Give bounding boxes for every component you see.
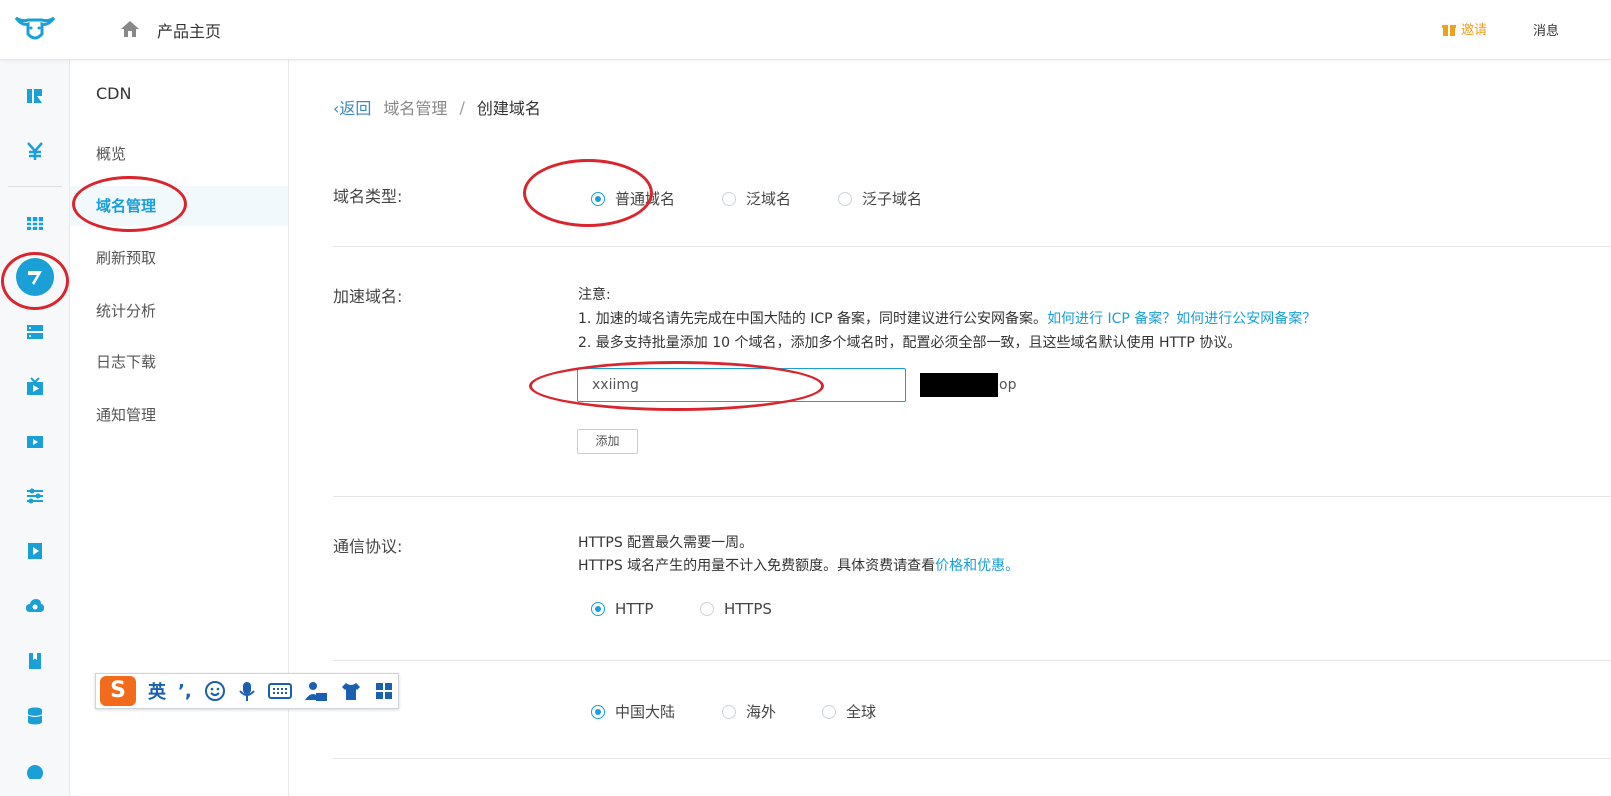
ime-mode[interactable]: 英 bbox=[148, 678, 166, 704]
keyboard-icon[interactable] bbox=[267, 681, 292, 701]
bookmark-icon[interactable] bbox=[24, 650, 46, 672]
radio-overseas[interactable]: 海外 bbox=[722, 701, 776, 722]
radio-dot bbox=[822, 704, 836, 719]
pricing-link[interactable]: 价格和优惠。 bbox=[935, 558, 1019, 574]
note-1-text: 1. 加速的域名请先完成在中国大陆的 ICP 备案，同时建议进行公安网备案。 bbox=[578, 311, 1048, 327]
message-link[interactable]: 消息 bbox=[1533, 20, 1559, 39]
domain-type-label: 域名类型: bbox=[333, 187, 403, 206]
radio-dot bbox=[591, 602, 605, 616]
radio-https[interactable]: HTTPS bbox=[700, 600, 772, 618]
back-label: 返回 bbox=[339, 99, 372, 118]
grid-icon[interactable] bbox=[24, 212, 46, 234]
radio-wildcard-domain[interactable]: 泛域名 bbox=[722, 188, 791, 209]
divider bbox=[333, 496, 1611, 497]
radio-global[interactable]: 全球 bbox=[822, 701, 876, 722]
ime-toolbar[interactable]: S 英 ’, bbox=[95, 673, 399, 709]
subnav-item-statistics[interactable]: 统计分析 bbox=[70, 291, 288, 331]
redaction-block bbox=[920, 373, 998, 397]
subnav-item-notifications[interactable]: 通知管理 bbox=[70, 395, 288, 435]
note-1: 1. 加速的域名请先完成在中国大陆的 ICP 备案，同时建议进行公安网备案。如何… bbox=[578, 307, 1316, 331]
radio-label: 泛子域名 bbox=[862, 190, 923, 208]
radio-label: 全球 bbox=[846, 703, 877, 721]
radio-dot bbox=[722, 191, 736, 206]
main-content: ‹返回 域名管理 / 创建域名 域名类型: 普通域名 泛域名 泛子域名 加速域名… bbox=[289, 60, 1611, 796]
database-icon[interactable] bbox=[24, 705, 46, 727]
bull-logo-icon[interactable] bbox=[14, 12, 56, 44]
back-link[interactable]: ‹返回 bbox=[333, 95, 371, 119]
emoji-icon[interactable] bbox=[204, 680, 226, 702]
radio-label: 泛域名 bbox=[746, 190, 792, 208]
protocol-label: 通信协议: bbox=[333, 537, 403, 556]
sidebar-divider bbox=[8, 186, 62, 187]
radio-dot bbox=[591, 704, 605, 719]
breadcrumb-separator: / bbox=[459, 97, 465, 117]
home-link[interactable]: 产品主页 bbox=[157, 18, 221, 42]
toolbox-icon[interactable] bbox=[374, 681, 394, 701]
player-icon[interactable] bbox=[24, 540, 46, 562]
radio-dot bbox=[700, 602, 714, 616]
invite-button[interactable]: 邀请 bbox=[1441, 19, 1487, 38]
top-bar: 产品主页 邀请 消息 bbox=[0, 0, 1611, 60]
protocol-note-1: HTTPS 配置最久需要一周。 bbox=[578, 535, 754, 551]
ticket-icon[interactable] bbox=[24, 85, 46, 107]
home-icon[interactable] bbox=[119, 18, 141, 40]
microphone-icon[interactable] bbox=[238, 680, 256, 702]
radio-normal-domain[interactable]: 普通域名 bbox=[591, 188, 675, 209]
sliders-icon[interactable] bbox=[24, 485, 46, 507]
radio-label: HTTPS bbox=[724, 600, 772, 618]
icon-sidebar bbox=[0, 60, 70, 796]
radio-dot bbox=[722, 704, 736, 719]
radio-dot bbox=[838, 191, 852, 206]
domain-input-value: xxiimg bbox=[592, 377, 639, 393]
subnav-item-refresh[interactable]: 刷新预取 bbox=[70, 238, 288, 278]
protocol-note-2-text: HTTPS 域名产生的用量不计入免费额度。具体资费请查看 bbox=[578, 558, 936, 574]
invite-label: 邀请 bbox=[1461, 23, 1488, 38]
breadcrumb: ‹返回 域名管理 / 创建域名 bbox=[333, 95, 541, 119]
accel-domain-notes: 注意: 1. 加速的域名请先完成在中国大陆的 ICP 备案，同时建议进行公安网备… bbox=[578, 283, 1316, 355]
note-2: 2. 最多支持批量添加 10 个域名，添加多个域名时，配置必须全部一致，且这些域… bbox=[578, 335, 1242, 351]
yen-icon[interactable] bbox=[24, 140, 46, 162]
accel-domain-label: 加速域名: bbox=[333, 287, 403, 306]
protocol-note-2: HTTPS 域名产生的用量不计入免费额度。具体资费请查看价格和优惠。 bbox=[578, 555, 1019, 578]
video-icon[interactable] bbox=[24, 431, 46, 453]
radio-http[interactable]: HTTP bbox=[591, 600, 653, 618]
subnav-item-logs[interactable]: 日志下载 bbox=[70, 342, 288, 382]
breadcrumb-current: 创建域名 bbox=[476, 99, 541, 118]
radio-label: 普通域名 bbox=[615, 190, 676, 208]
partial-icon[interactable] bbox=[24, 758, 46, 780]
divider bbox=[333, 246, 1611, 247]
skin-icon[interactable] bbox=[340, 681, 362, 701]
domain-input[interactable]: xxiimg op bbox=[577, 368, 1016, 402]
server-icon[interactable] bbox=[24, 321, 46, 343]
ime-punctuation[interactable]: ’, bbox=[178, 681, 192, 702]
gift-icon bbox=[1442, 24, 1456, 36]
sogou-logo-icon[interactable]: S bbox=[100, 676, 136, 706]
live-icon[interactable] bbox=[24, 376, 46, 398]
subnav-item-overview[interactable]: 概览 bbox=[70, 134, 288, 174]
radio-mainland-china[interactable]: 中国大陆 bbox=[591, 701, 675, 722]
divider bbox=[333, 660, 1611, 661]
add-button[interactable]: 添加 bbox=[577, 429, 638, 454]
note-title: 注意: bbox=[578, 287, 611, 303]
icp-help-link[interactable]: 如何进行 ICP 备案？如何进行公安网备案？ bbox=[1047, 311, 1316, 327]
subnav-item-domain-manage[interactable]: 域名管理 bbox=[70, 186, 288, 226]
radio-label: 中国大陆 bbox=[615, 703, 676, 721]
radio-label: 海外 bbox=[746, 703, 777, 721]
cdn-icon[interactable] bbox=[16, 258, 54, 296]
user-icon[interactable] bbox=[304, 680, 328, 702]
protocol-notes: HTTPS 配置最久需要一周。 HTTPS 域名产生的用量不计入免费额度。具体资… bbox=[578, 532, 1019, 578]
cloud-icon[interactable] bbox=[24, 595, 46, 617]
radio-dot bbox=[591, 191, 605, 206]
breadcrumb-parent[interactable]: 域名管理 bbox=[383, 95, 447, 119]
domain-input-tail: op bbox=[999, 377, 1017, 393]
divider bbox=[333, 758, 1611, 759]
radio-label: HTTP bbox=[615, 600, 654, 618]
radio-wildcard-subdomain[interactable]: 泛子域名 bbox=[838, 188, 922, 209]
subnav-title: CDN bbox=[96, 84, 132, 103]
